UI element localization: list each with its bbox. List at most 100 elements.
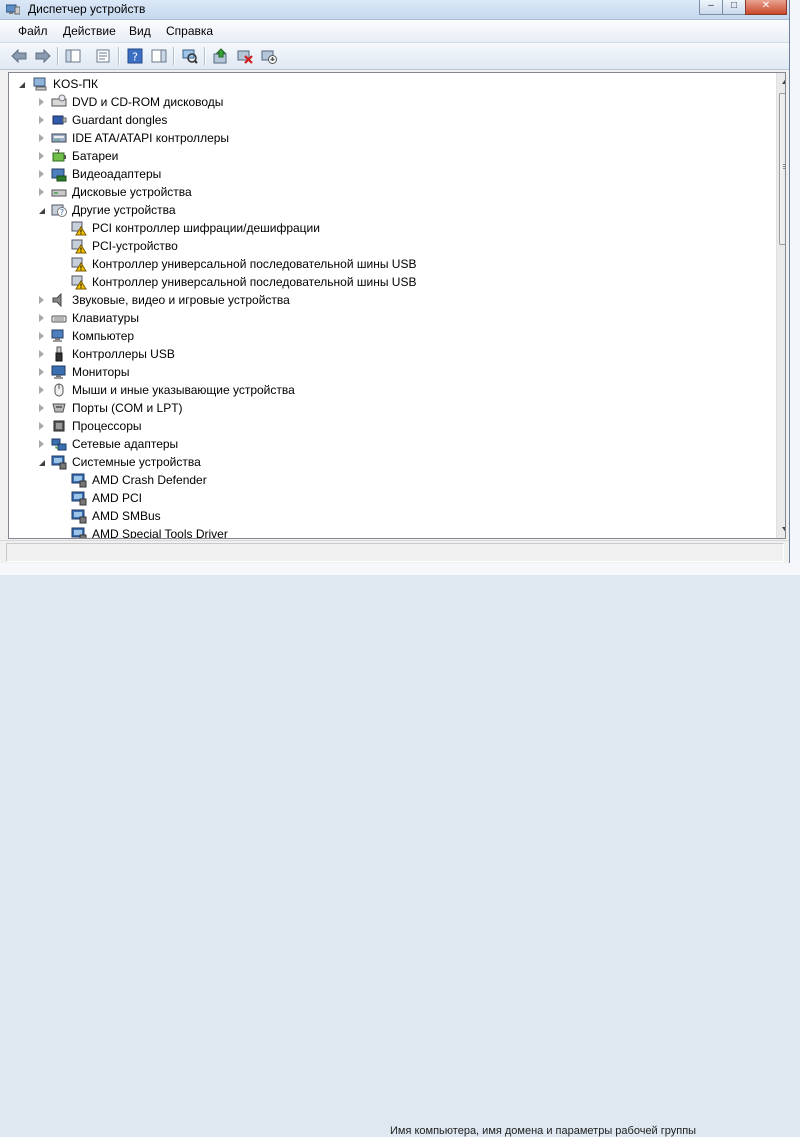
tree-category[interactable]: Контроллеры USB (9, 345, 769, 363)
scan-hardware-icon (182, 49, 198, 64)
toolbar-separator (57, 47, 59, 65)
expand-arrow-icon[interactable] (39, 440, 44, 448)
tree-device[interactable]: PCI-устройство (9, 237, 769, 255)
tree-category[interactable]: Процессоры (9, 417, 769, 435)
show-action-pane-icon (151, 49, 167, 63)
expand-arrow-icon[interactable] (39, 152, 44, 160)
tree-category[interactable]: Видеоадаптеры (9, 165, 769, 183)
tree-item-label: Сетевые адаптеры (72, 437, 179, 451)
scroll-down-arrow-icon (782, 527, 785, 532)
tree-item-label: Guardant dongles (72, 113, 168, 127)
title-bar[interactable]: Диспетчер устройств – □ ✕ (0, 0, 789, 20)
tree-root-label: KOS-ПК (53, 77, 98, 91)
toolbar-separator (118, 47, 120, 65)
tree-device[interactable]: AMD SMBus (9, 507, 769, 525)
disable-device-button[interactable] (260, 47, 278, 65)
tree-category[interactable]: Мониторы (9, 363, 769, 381)
tree-category[interactable]: Мыши и иные указывающие устройства (9, 381, 769, 399)
tree-device[interactable]: AMD Crash Defender (9, 471, 769, 489)
minimize-icon: – (708, 0, 714, 11)
back-button[interactable] (10, 47, 28, 65)
close-button[interactable]: ✕ (745, 0, 787, 15)
expand-arrow-icon[interactable] (39, 134, 44, 142)
tree-item-label: DVD и CD-ROM дисководы (72, 95, 224, 109)
tree-category[interactable]: Компьютер (9, 327, 769, 345)
tree-item-label: Контроллеры USB (72, 347, 175, 361)
tree-category[interactable]: Батареи (9, 147, 769, 165)
tree-root[interactable]: KOS-ПК (9, 75, 769, 93)
expand-arrow-icon[interactable] (39, 98, 44, 106)
scroll-up-button[interactable] (777, 73, 785, 90)
back-icon (11, 49, 27, 63)
warning-device-icon (71, 221, 87, 236)
tree-category[interactable]: Клавиатуры (9, 309, 769, 327)
tree-item-label: Клавиатуры (72, 311, 139, 325)
system-device-icon (71, 527, 87, 538)
tree-item-label: Процессоры (72, 419, 142, 433)
warning-device-icon (71, 239, 87, 254)
forward-button[interactable] (34, 47, 52, 65)
scroll-down-button[interactable] (777, 521, 785, 538)
menu-help[interactable]: Справка (166, 24, 213, 38)
device-tree[interactable]: KOS-ПК DVD и CD-ROM дисководы Guardant do… (8, 72, 786, 539)
tree-device[interactable]: AMD PCI (9, 489, 769, 507)
expand-arrow-icon[interactable] (39, 314, 44, 322)
expand-arrow-icon[interactable] (39, 422, 44, 430)
maximize-button[interactable]: □ (722, 0, 746, 15)
status-panel (6, 543, 784, 562)
collapse-arrow-icon[interactable] (39, 460, 45, 466)
update-driver-button[interactable] (212, 47, 230, 65)
expand-arrow-icon[interactable] (39, 386, 44, 394)
scrollbar-thumb[interactable] (779, 93, 785, 245)
system-device-icon (71, 509, 87, 524)
tree-category[interactable]: IDE ATA/ATAPI контроллеры (9, 129, 769, 147)
tree-category[interactable]: Звуковые, видео и игровые устройства (9, 291, 769, 309)
tree-device[interactable]: AMD Special Tools Driver (9, 525, 769, 538)
vertical-scrollbar[interactable] (776, 73, 785, 538)
expand-arrow-icon[interactable] (39, 332, 44, 340)
menu-view[interactable]: Вид (129, 24, 151, 38)
unknown-device-icon: ? (51, 204, 67, 217)
help-button[interactable]: ? (126, 47, 144, 65)
expand-arrow-icon[interactable] (39, 368, 44, 376)
tree-category[interactable]: Guardant dongles (9, 111, 769, 129)
show-hide-console-tree-button[interactable] (64, 47, 82, 65)
menu-file[interactable]: Файл (18, 24, 48, 38)
scan-hardware-button[interactable] (181, 47, 199, 65)
expand-arrow-icon[interactable] (39, 350, 44, 358)
tree-item-label: PCI контроллер шифрации/дешифрации (92, 221, 320, 235)
uninstall-button[interactable] (236, 47, 254, 65)
menu-action[interactable]: Действие (63, 24, 116, 38)
tree-item-label: Дисковые устройства (72, 185, 192, 199)
window-title: Диспетчер устройств (28, 2, 146, 16)
collapse-arrow-icon[interactable] (19, 82, 25, 88)
collapse-arrow-icon[interactable] (39, 208, 45, 214)
expand-arrow-icon[interactable] (39, 170, 44, 178)
uninstall-icon (237, 50, 253, 64)
expand-arrow-icon[interactable] (39, 188, 44, 196)
toolbar: ? (0, 43, 789, 70)
toolbar-separator (173, 47, 175, 65)
usb-icon (55, 346, 63, 362)
desktop-background-right (789, 0, 800, 575)
tree-category[interactable]: Сетевые адаптеры (9, 435, 769, 453)
tree-category[interactable]: ? Другие устройства (9, 201, 769, 219)
dongle-icon (52, 115, 67, 125)
show-action-pane-button[interactable] (150, 47, 168, 65)
tree-category[interactable]: Дисковые устройства (9, 183, 769, 201)
tree-item-label: Порты (COM и LPT) (72, 401, 183, 415)
tree-device[interactable]: Контроллер универсальной последовательно… (9, 255, 769, 273)
expand-arrow-icon[interactable] (39, 404, 44, 412)
tree-item-label: Системные устройства (72, 455, 201, 469)
tree-category[interactable]: Порты (COM и LPT) (9, 399, 769, 417)
properties-button[interactable] (94, 47, 112, 65)
tree-category[interactable]: Системные устройства (9, 453, 769, 471)
tree-device[interactable]: PCI контроллер шифрации/дешифрации (9, 219, 769, 237)
tree-category[interactable]: DVD и CD-ROM дисководы (9, 93, 769, 111)
tree-item-label: Батареи (72, 149, 119, 163)
minimize-button[interactable]: – (699, 0, 723, 15)
expand-arrow-icon[interactable] (39, 296, 44, 304)
dvd-drive-icon (51, 94, 67, 107)
tree-device[interactable]: Контроллер универсальной последовательно… (9, 273, 769, 291)
expand-arrow-icon[interactable] (39, 116, 44, 124)
